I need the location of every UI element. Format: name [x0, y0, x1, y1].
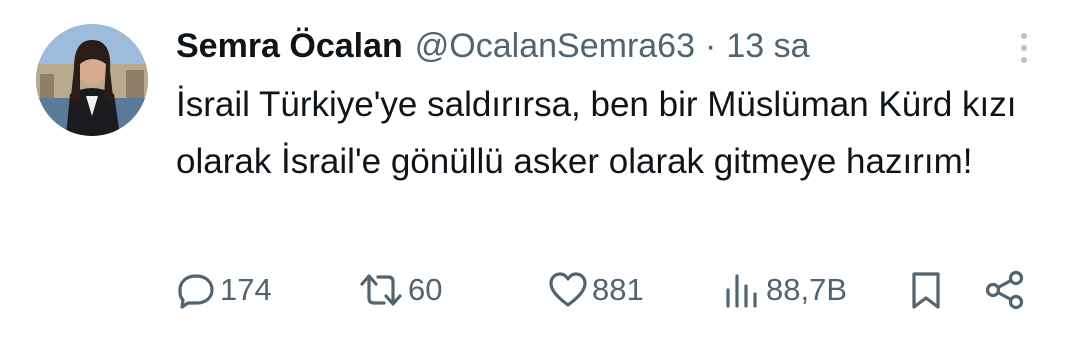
bookmark-button[interactable]	[908, 262, 944, 318]
timestamp[interactable]: 13 sa	[726, 22, 809, 70]
like-count: 881	[592, 272, 644, 307]
reply-count: 174	[220, 272, 272, 307]
share-icon	[985, 270, 1024, 310]
separator-dot: ·	[705, 27, 717, 65]
avatar-photo	[36, 24, 148, 136]
reply-icon	[178, 274, 214, 309]
action-bar: 174 60 881 88,7B	[0, 262, 1079, 318]
more-vertical-icon	[1021, 33, 1027, 63]
reply-button[interactable]: 174	[176, 262, 272, 318]
more-options-button[interactable]	[1010, 30, 1038, 66]
views-bar-chart-icon	[726, 274, 757, 308]
views-button[interactable]: 88,7B	[722, 262, 847, 318]
retweet-count: 60	[408, 272, 443, 307]
author-name[interactable]: Semra Öcalan	[176, 22, 403, 70]
views-count: 88,7B	[766, 272, 848, 307]
like-button[interactable]: 881	[548, 262, 644, 318]
retweet-button[interactable]: 60	[358, 262, 442, 318]
retweet-icon	[360, 274, 402, 306]
avatar[interactable]	[36, 24, 148, 136]
author-handle[interactable]: @OcalanSemra63	[415, 22, 695, 70]
tweet-text: İsrail Türkiye'ye saldırırsa, ben bir Mü…	[176, 85, 1017, 181]
heart-icon	[549, 272, 587, 307]
tweet-header: Semra Öcalan @OcalanSemra63 · 13 sa	[176, 22, 810, 70]
bookmark-icon	[912, 272, 940, 309]
share-button[interactable]	[984, 262, 1026, 318]
tweet-card[interactable]: Semra Öcalan @OcalanSemra63 · 13 sa İsra…	[0, 0, 1079, 347]
